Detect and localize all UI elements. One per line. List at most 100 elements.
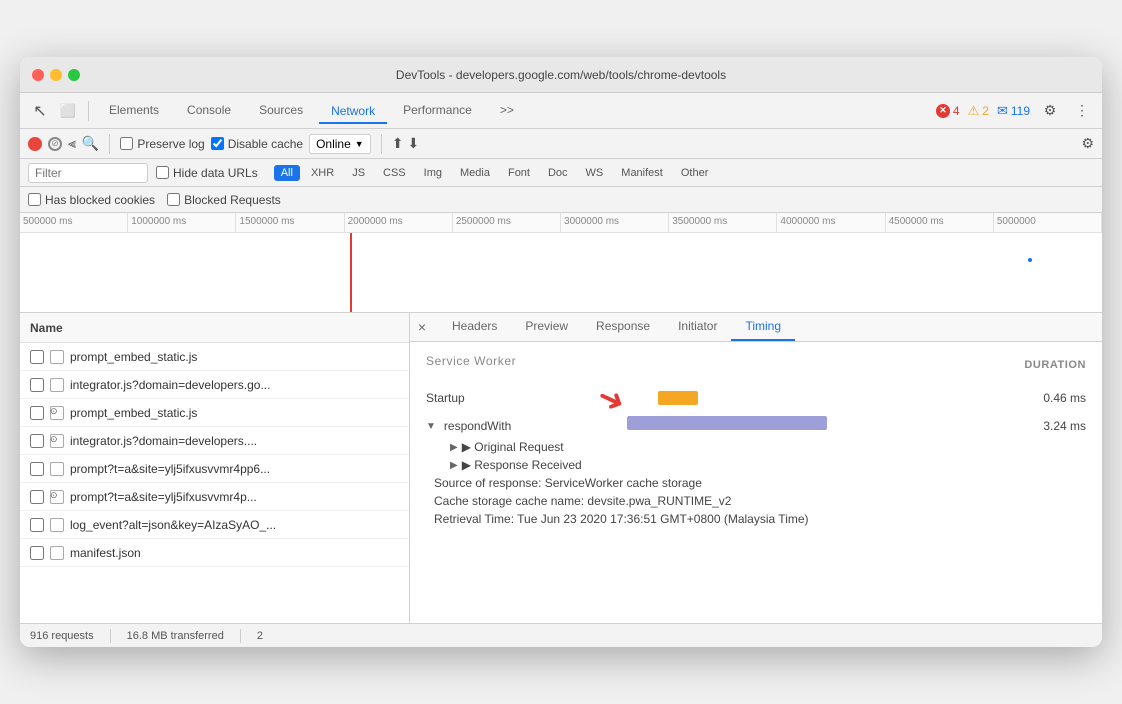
- minimize-button[interactable]: [50, 69, 62, 81]
- blocked-cookies-label[interactable]: Has blocked cookies: [28, 193, 155, 207]
- stop-icon[interactable]: ⊘: [48, 137, 62, 151]
- detail-content: Service Worker DURATION Startup ➜ 0.46 m…: [410, 342, 1102, 623]
- warn-badge: ⚠ 2: [968, 103, 989, 119]
- preserve-log-checkbox[interactable]: [120, 137, 133, 150]
- response-received-triangle-icon[interactable]: ▶: [450, 460, 458, 471]
- export-icon[interactable]: ⬇: [407, 135, 419, 152]
- detail-tab-preview[interactable]: Preview: [511, 313, 582, 341]
- request-item-5[interactable]: prompt?t=a&site=ylj5ifxusvvmr4pp6...: [20, 455, 409, 483]
- type-btn-doc[interactable]: Doc: [541, 165, 575, 181]
- status-sep-2: [240, 629, 241, 643]
- original-request-label: ▶ Original Request: [462, 440, 564, 454]
- ruler-mark-7: 4000000 ms: [777, 213, 885, 232]
- timeline-ruler: 500000 ms 1000000 ms 1500000 ms 2000000 …: [20, 213, 1102, 233]
- ruler-mark-1: 1000000 ms: [128, 213, 236, 232]
- response-received-row[interactable]: ▶ ▶ Response Received: [426, 458, 1086, 472]
- ruler-mark-5: 3000000 ms: [561, 213, 669, 232]
- type-btn-xhr[interactable]: XHR: [304, 165, 341, 181]
- type-btn-js[interactable]: JS: [345, 165, 372, 181]
- device-icon[interactable]: ⬜: [56, 99, 80, 123]
- hide-data-urls-label[interactable]: Hide data URLs: [156, 166, 258, 180]
- req-checkbox-8[interactable]: [30, 546, 44, 560]
- network-settings-icon[interactable]: ⚙: [1081, 135, 1094, 152]
- request-item-6[interactable]: ⊙ prompt?t=a&site=ylj5ifxusvvmr4p...: [20, 483, 409, 511]
- type-filter-btns: All XHR JS CSS Img Media Font Doc WS Man…: [274, 165, 716, 181]
- type-btn-img[interactable]: Img: [417, 165, 449, 181]
- req-name-6: prompt?t=a&site=ylj5ifxusvvmr4p...: [70, 490, 257, 504]
- request-item-4[interactable]: ⊙ integrator.js?domain=developers....: [20, 427, 409, 455]
- req-file-icon-5: [50, 462, 64, 476]
- detail-tab-response[interactable]: Response: [582, 313, 664, 341]
- req-name-7: log_event?alt=json&key=AIzaSyAO_...: [70, 518, 276, 532]
- throttle-select[interactable]: Online ▼: [309, 134, 371, 154]
- startup-duration: 0.46 ms: [1026, 391, 1086, 405]
- tab-network[interactable]: Network: [319, 98, 387, 124]
- source-info-text: Source of response: ServiceWorker cache …: [434, 476, 702, 490]
- request-item-7[interactable]: log_event?alt=json&key=AIzaSyAO_...: [20, 511, 409, 539]
- detail-tab-headers[interactable]: Headers: [438, 313, 511, 341]
- respond-triangle-icon[interactable]: ▼: [426, 421, 436, 432]
- maximize-button[interactable]: [68, 69, 80, 81]
- preserve-log-label[interactable]: Preserve log: [120, 137, 204, 151]
- req-checkbox-4[interactable]: [30, 434, 44, 448]
- request-item-8[interactable]: manifest.json: [20, 539, 409, 567]
- request-item-2[interactable]: integrator.js?domain=developers.go...: [20, 371, 409, 399]
- original-request-row[interactable]: ▶ ▶ Original Request: [426, 440, 1086, 454]
- cache-info-text: Cache storage cache name: devsite.pwa_RU…: [434, 494, 731, 508]
- ruler-mark-4: 2500000 ms: [453, 213, 561, 232]
- disable-cache-label[interactable]: Disable cache: [211, 137, 303, 151]
- filter-icon[interactable]: ⫷: [68, 135, 76, 152]
- blocked-cookies-checkbox[interactable]: [28, 193, 41, 206]
- search-icon[interactable]: 🔍: [82, 135, 99, 152]
- info-count: 119: [1011, 104, 1030, 118]
- detail-tab-initiator[interactable]: Initiator: [664, 313, 731, 341]
- main-toolbar: ↖ ⬜ Elements Console Sources Network Per…: [20, 93, 1102, 129]
- disable-cache-checkbox[interactable]: [211, 137, 224, 150]
- type-btn-font[interactable]: Font: [501, 165, 537, 181]
- req-checkbox-5[interactable]: [30, 462, 44, 476]
- detail-tabs: × Headers Preview Response Initiator Tim…: [410, 313, 1102, 342]
- window-title: DevTools - developers.google.com/web/too…: [396, 68, 726, 82]
- blocked-requests-label[interactable]: Blocked Requests: [167, 193, 281, 207]
- tab-performance[interactable]: Performance: [391, 97, 484, 125]
- ruler-mark-0: 500000 ms: [20, 213, 128, 232]
- blocked-requests-checkbox[interactable]: [167, 193, 180, 206]
- filter-input[interactable]: [35, 166, 141, 180]
- req-name-8: manifest.json: [70, 546, 141, 560]
- type-btn-ws[interactable]: WS: [579, 165, 611, 181]
- tab-more[interactable]: >>: [488, 97, 526, 125]
- type-btn-manifest[interactable]: Manifest: [614, 165, 670, 181]
- import-icon[interactable]: ⬆: [392, 135, 404, 152]
- timeline-content: [20, 233, 1102, 313]
- req-checkbox-1[interactable]: [30, 350, 44, 364]
- req-checkbox-6[interactable]: [30, 490, 44, 504]
- response-received-label: ▶ Response Received: [462, 458, 582, 472]
- hide-data-urls-checkbox[interactable]: [156, 166, 169, 179]
- request-item-3[interactable]: ⊙ prompt_embed_static.js: [20, 399, 409, 427]
- req-checkbox-7[interactable]: [30, 518, 44, 532]
- close-detail-button[interactable]: ×: [410, 315, 434, 339]
- settings-icon[interactable]: ⚙: [1038, 99, 1062, 123]
- tab-elements[interactable]: Elements: [97, 97, 171, 125]
- req-checkbox-3[interactable]: [30, 406, 44, 420]
- type-btn-other[interactable]: Other: [674, 165, 716, 181]
- devtools-window: DevTools - developers.google.com/web/too…: [20, 57, 1102, 647]
- request-item-1[interactable]: prompt_embed_static.js: [20, 343, 409, 371]
- tab-console[interactable]: Console: [175, 97, 243, 125]
- close-button[interactable]: [32, 69, 44, 81]
- type-btn-all[interactable]: All: [274, 165, 300, 181]
- sep2: [381, 134, 382, 154]
- startup-bar-area: ➜: [538, 388, 1014, 408]
- detail-tab-timing[interactable]: Timing: [731, 313, 795, 341]
- original-request-triangle-icon[interactable]: ▶: [450, 442, 458, 453]
- type-btn-css[interactable]: CSS: [376, 165, 413, 181]
- warn-icon: ⚠: [968, 103, 980, 119]
- record-button[interactable]: [28, 137, 42, 151]
- tab-sources[interactable]: Sources: [247, 97, 315, 125]
- cursor-icon[interactable]: ↖: [28, 99, 52, 123]
- more-icon[interactable]: ⋮: [1070, 99, 1094, 123]
- service-worker-label: Service Worker: [426, 354, 516, 368]
- network-toolbar: ⊘ ⫷ 🔍 Preserve log Disable cache Online …: [20, 129, 1102, 159]
- req-checkbox-2[interactable]: [30, 378, 44, 392]
- type-btn-media[interactable]: Media: [453, 165, 497, 181]
